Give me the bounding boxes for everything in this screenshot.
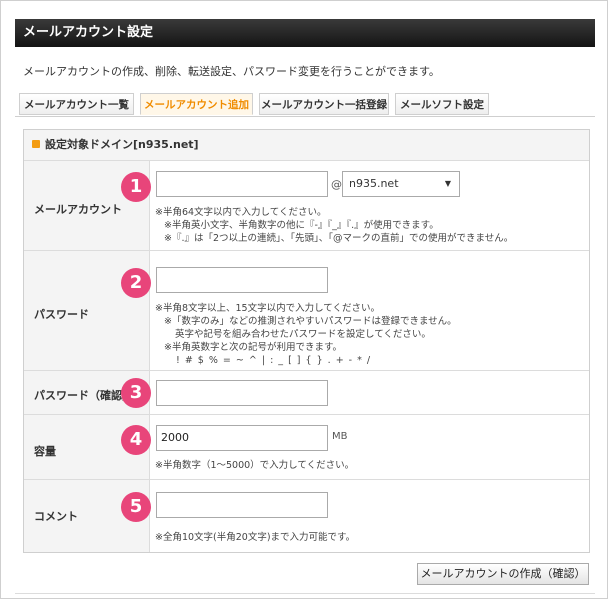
mail-account-input[interactable] — [156, 171, 328, 197]
note-line: ※半角数字（1～5000）で入力してください。 — [155, 460, 355, 471]
step-badge-1: 1 — [121, 172, 151, 202]
note-line: ※『.』は「2つ以上の連続」、「先頭」、「@マークの直前」での使用ができません。 — [164, 233, 514, 244]
step-badge-2: 2 — [121, 268, 151, 298]
tab-account-bulk-register[interactable]: メールアカウント一括登録 — [259, 93, 389, 115]
capacity-input[interactable]: 2000 — [156, 425, 328, 451]
allowed-symbols: ! # $ % = ~ ^ | : _ [ ] { } . + - * / — [176, 355, 372, 366]
row-password-confirm: パスワード（確認） 3 — [24, 371, 589, 415]
row-password: パスワード 2 ※半角8文字以上、15文字以内で入力してください。 ※「数字のみ… — [24, 251, 589, 371]
row-capacity: 容量 4 2000 MB ※半角数字（1～5000）で入力してください。 — [24, 415, 589, 480]
tab-account-list[interactable]: メールアカウント一覧 — [19, 93, 134, 115]
window-frame: メールアカウント設定 メールアカウントの作成、削除、転送設定、パスワード変更を行… — [0, 0, 608, 599]
note-line: ※「数字のみ」などの推測されやすいパスワードは登録できません。 — [164, 316, 457, 327]
label-password: パスワード — [34, 308, 89, 321]
password-input[interactable] — [156, 267, 328, 293]
row-mail-account: メールアカウント 1 @ n935.net ▼ ※半角64文字以内で入力してくだ… — [24, 161, 589, 251]
row-comment: コメント 5 ※全角10文字(半角20文字)まで入力可能です。 — [24, 480, 589, 552]
note-line: 英字や記号を組み合わせたパスワードを設定してください。 — [175, 329, 431, 340]
form-panel: 設定対象ドメイン[n935.net] メールアカウント 1 @ n935.net… — [23, 129, 590, 553]
dropdown-arrow-icon: ▼ — [444, 179, 451, 188]
tab-account-add[interactable]: メールアカウント追加 — [140, 93, 253, 115]
label-password-confirm: パスワード（確認） — [34, 389, 133, 402]
domain-header-text: 設定対象ドメイン[n935.net] — [45, 138, 199, 151]
tab-mail-software-settings[interactable]: メールソフト設定 — [395, 93, 489, 115]
note-line: ※半角英小文字、半角数字の他に『-』『_』『.』が使用できます。 — [164, 220, 439, 231]
label-mail-account: メールアカウント — [34, 203, 122, 216]
tab-divider — [15, 116, 595, 117]
password-confirm-input[interactable] — [156, 380, 328, 406]
note-line: ※半角8文字以上、15文字以内で入力してください。 — [155, 303, 381, 314]
capacity-unit: MB — [332, 431, 348, 442]
note-line: ※全角10文字(半角20文字)まで入力可能です。 — [155, 532, 356, 543]
step-badge-3: 3 — [121, 378, 151, 408]
comment-input[interactable] — [156, 492, 328, 518]
label-capacity: 容量 — [34, 445, 56, 458]
bottom-divider — [15, 593, 595, 594]
domain-header: 設定対象ドメイン[n935.net] — [24, 130, 589, 161]
create-account-confirm-button[interactable]: メールアカウントの作成（確認） — [417, 563, 589, 585]
page-title: メールアカウント設定 — [15, 19, 595, 47]
page-description: メールアカウントの作成、削除、転送設定、パスワード変更を行うことができます。 — [23, 65, 440, 78]
bullet-icon — [32, 140, 40, 148]
note-line: ※半角英数字と次の記号が利用できます。 — [164, 342, 343, 353]
domain-select-value: n935.net — [349, 177, 399, 190]
step-badge-4: 4 — [121, 425, 151, 455]
step-badge-5: 5 — [121, 492, 151, 522]
at-sign: @ — [331, 178, 342, 191]
note-line: ※半角64文字以内で入力してください。 — [155, 207, 327, 218]
label-comment: コメント — [34, 510, 78, 523]
domain-select[interactable]: n935.net ▼ — [342, 171, 460, 197]
